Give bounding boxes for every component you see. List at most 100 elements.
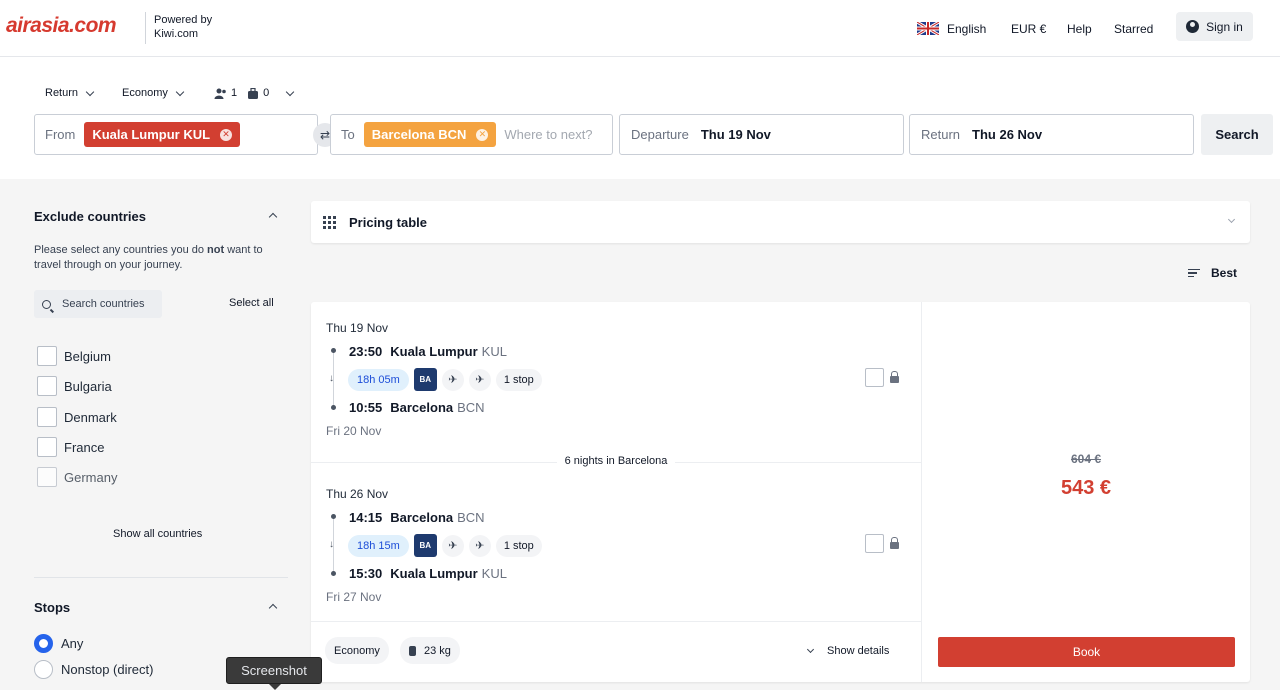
stops-option-label: Any bbox=[61, 636, 84, 651]
arrow-down-icon: ↓ bbox=[329, 373, 334, 384]
to-chip[interactable]: Barcelona BCN ✕ bbox=[363, 122, 497, 147]
language-label: English bbox=[947, 21, 987, 36]
stops-badge[interactable]: 1 stop bbox=[495, 368, 542, 391]
bag-count: 0 bbox=[263, 87, 270, 99]
lock-icon bbox=[890, 537, 899, 549]
duration-badge: 18h 05m bbox=[348, 368, 409, 391]
country-belgium[interactable]: Belgium bbox=[37, 346, 111, 366]
sort-icon bbox=[1188, 268, 1200, 278]
to-placeholder[interactable]: Where to next? bbox=[504, 127, 592, 142]
outbound-arrival: 10:55 Barcelona BCN bbox=[349, 400, 485, 415]
show-all-countries-link[interactable]: Show all countries bbox=[113, 528, 202, 540]
from-field[interactable]: From Kuala Lumpur KUL ✕ bbox=[34, 114, 318, 155]
airasia-logo[interactable]: airasia.com bbox=[6, 14, 117, 38]
inbound-arrival: 15:30 Kuala Lumpur KUL bbox=[349, 566, 507, 581]
country-label: Belgium bbox=[64, 348, 111, 364]
grid-icon bbox=[323, 215, 336, 229]
passengers-select[interactable]: 1 0 bbox=[214, 87, 295, 99]
sidebar-divider bbox=[34, 577, 288, 578]
language-selector[interactable]: English bbox=[917, 0, 986, 57]
select-all-link[interactable]: Select all bbox=[229, 297, 274, 309]
outbound-arrival-date: Fri 20 Nov bbox=[326, 424, 382, 438]
search-countries-input[interactable]: Search countries bbox=[34, 290, 162, 318]
stops-title[interactable]: Stops bbox=[34, 600, 70, 615]
country-label: Denmark bbox=[64, 409, 117, 425]
baggage-label: 23 kg bbox=[424, 644, 451, 657]
inbound-arrival-date: Fri 27 Nov bbox=[326, 590, 382, 604]
starred-link[interactable]: Starred bbox=[1114, 0, 1153, 57]
help-link[interactable]: Help bbox=[1067, 0, 1092, 57]
powered-by-line1: Powered by bbox=[154, 14, 213, 26]
country-checkbox[interactable] bbox=[37, 467, 57, 487]
search-button[interactable]: Search bbox=[1201, 114, 1273, 155]
country-checkbox[interactable] bbox=[37, 437, 57, 457]
exclude-countries-description: Please select any countries you do not w… bbox=[34, 244, 263, 271]
country-label: France bbox=[64, 439, 105, 455]
cabin-select[interactable]: Economy bbox=[122, 87, 185, 99]
footer-divider bbox=[311, 621, 921, 622]
from-chip[interactable]: Kuala Lumpur KUL ✕ bbox=[84, 122, 241, 147]
stops-option-label: Nonstop (direct) bbox=[61, 662, 154, 677]
airline-logo: BA bbox=[413, 368, 437, 391]
country-label: Bulgaria bbox=[64, 378, 112, 394]
airline-logo: BA bbox=[413, 534, 437, 557]
sign-in-label: Sign in bbox=[1206, 19, 1243, 34]
duration-badge: 18h 15m bbox=[348, 534, 409, 557]
currency-selector[interactable]: EUR € bbox=[1011, 0, 1046, 57]
country-bulgaria[interactable]: Bulgaria bbox=[37, 376, 112, 396]
trip-type-select[interactable]: Return bbox=[45, 87, 95, 99]
timeline-dot bbox=[331, 514, 336, 519]
to-field[interactable]: To Barcelona BCN ✕ Where to next? bbox=[330, 114, 613, 155]
passenger-icon bbox=[214, 88, 226, 99]
remove-icon[interactable]: ✕ bbox=[220, 128, 233, 141]
radio-selected[interactable] bbox=[34, 634, 53, 653]
chevron-down-icon bbox=[85, 87, 95, 96]
inbound-meta: 18h 15m BA ✈ ✈ 1 stop bbox=[348, 534, 542, 557]
country-france[interactable]: France bbox=[37, 437, 104, 457]
country-denmark[interactable]: Denmark bbox=[37, 407, 117, 427]
sign-in-button[interactable]: Sign in bbox=[1176, 12, 1253, 41]
chevron-down-icon bbox=[175, 87, 185, 96]
result-card[interactable]: Thu 19 Nov 23:50 Kuala Lumpur KUL ↓ 18h … bbox=[311, 302, 1250, 682]
pricing-table-label: Pricing table bbox=[349, 214, 428, 230]
search-icon bbox=[42, 299, 51, 309]
stops-option-any[interactable]: Any bbox=[34, 634, 83, 653]
screenshot-tooltip: Screenshot bbox=[226, 657, 322, 690]
show-details-label: Show details bbox=[827, 645, 890, 657]
arrow-down-icon: ↓ bbox=[329, 539, 334, 550]
country-checkbox[interactable] bbox=[37, 407, 57, 427]
departure-field[interactable]: Departure Thu 19 Nov bbox=[619, 114, 904, 155]
timeline-dot bbox=[331, 348, 336, 353]
pricing-table-toggle[interactable]: Pricing table bbox=[311, 201, 1250, 243]
show-details-button[interactable]: Show details bbox=[806, 645, 890, 657]
chevron-down-icon bbox=[1227, 215, 1236, 224]
return-value: Thu 26 Nov bbox=[972, 127, 1043, 142]
timeline-dot bbox=[331, 571, 336, 576]
chevron-up-icon[interactable] bbox=[268, 603, 278, 613]
from-label: From bbox=[45, 127, 76, 142]
outbound-date: Thu 19 Nov bbox=[326, 321, 389, 335]
country-checkbox[interactable] bbox=[37, 346, 57, 366]
exclude-countries-title[interactable]: Exclude countries bbox=[34, 209, 146, 224]
inbound-departure: 14:15 Barcelona BCN bbox=[349, 510, 485, 525]
country-germany[interactable]: Germany bbox=[37, 467, 117, 487]
cabin-badge: Economy bbox=[325, 637, 389, 664]
plane-icon: ✈ bbox=[468, 368, 491, 391]
user-icon bbox=[1186, 20, 1200, 33]
book-button[interactable]: Book bbox=[938, 637, 1235, 667]
trip-type-label: Return bbox=[45, 87, 79, 99]
sort-label: Best bbox=[1211, 266, 1238, 280]
chevron-up-icon[interactable] bbox=[268, 212, 278, 222]
stops-badge[interactable]: 1 stop bbox=[495, 534, 542, 557]
lock-icon bbox=[890, 371, 899, 383]
remove-icon[interactable]: ✕ bbox=[476, 128, 489, 141]
stops-option-nonstop[interactable]: Nonstop (direct) bbox=[34, 660, 153, 679]
country-checkbox[interactable] bbox=[37, 376, 57, 396]
inbound-checkbox[interactable] bbox=[865, 534, 884, 553]
sort-selector[interactable]: Best bbox=[1188, 266, 1237, 280]
country-label: Germany bbox=[64, 469, 118, 485]
plane-icon: ✈ bbox=[441, 368, 464, 391]
outbound-checkbox[interactable] bbox=[865, 368, 884, 387]
return-field[interactable]: Return Thu 26 Nov bbox=[909, 114, 1194, 155]
radio-unselected[interactable] bbox=[34, 660, 53, 679]
